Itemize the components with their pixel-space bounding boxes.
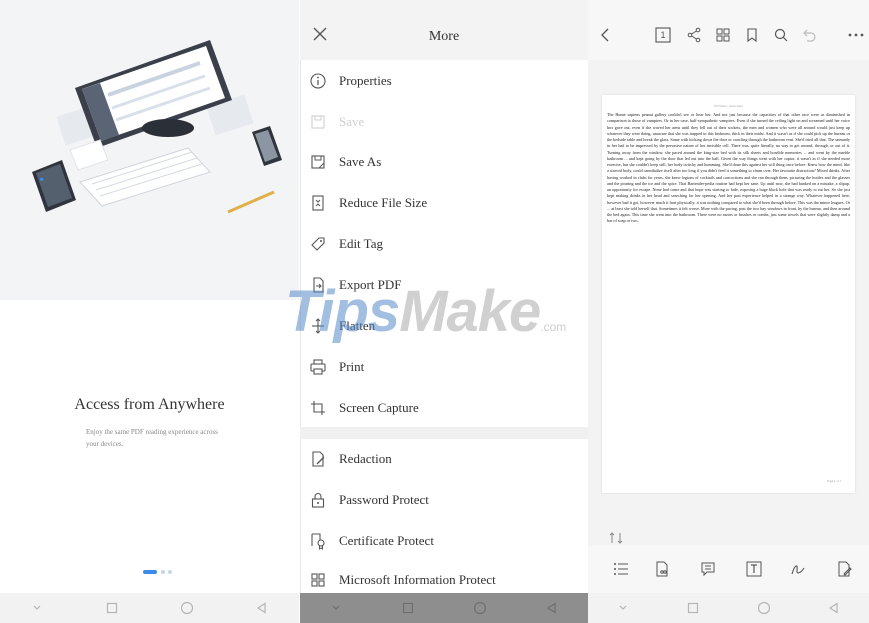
back-button[interactable] bbox=[537, 593, 567, 623]
document-page[interactable]: UN World · Great Tales The Hume sapiens … bbox=[602, 95, 855, 493]
menu-item-label: Microsoft Information Protect bbox=[339, 572, 496, 587]
menu-item-label: Export PDF bbox=[339, 277, 402, 292]
chevron-down-icon[interactable] bbox=[22, 593, 52, 623]
reader-toolbar: 1 bbox=[588, 0, 869, 60]
reader-panel: 1 UN World · Great Tales The Hume sapien… bbox=[588, 0, 869, 593]
back-arrow-icon[interactable] bbox=[596, 26, 614, 44]
more-menu-title: More bbox=[428, 29, 460, 44]
onboarding-subtitle: Enjoy the same PDF reading experience ac… bbox=[86, 428, 218, 448]
menu-item-label: Reduce File Size bbox=[339, 195, 428, 210]
printer-icon bbox=[308, 357, 328, 377]
system-navigation-bar bbox=[588, 593, 869, 623]
menu-item-label: Print bbox=[339, 359, 365, 374]
more-menu-panel: More Properties Save Save As Reduce File… bbox=[300, 0, 588, 593]
menu-item-reduce-file-size[interactable]: Reduce File Size bbox=[300, 183, 588, 223]
save-as-icon bbox=[308, 152, 328, 172]
page-number-badge: 1 bbox=[660, 30, 666, 40]
info-icon bbox=[308, 71, 328, 91]
onboarding-title: Access from Anywhere bbox=[74, 396, 225, 413]
recents-button[interactable] bbox=[97, 593, 127, 623]
fill-sign-icon[interactable] bbox=[833, 558, 855, 580]
system-navigation-bar bbox=[300, 593, 588, 623]
menu-item-label: Screen Capture bbox=[339, 400, 419, 415]
menu-item-redaction[interactable]: Redaction bbox=[300, 439, 588, 479]
bookmark-icon[interactable] bbox=[743, 26, 761, 44]
menu-item-print[interactable]: Print bbox=[300, 347, 588, 387]
document-page-number: Page 1 of 1 bbox=[827, 479, 841, 483]
save-icon bbox=[308, 112, 328, 132]
more-options-icon[interactable] bbox=[847, 26, 865, 44]
text-tool-icon[interactable] bbox=[743, 558, 765, 580]
search-icon[interactable] bbox=[772, 26, 790, 44]
menu-item-save[interactable]: Save bbox=[300, 102, 588, 142]
page-indicator-active-dot bbox=[143, 570, 157, 574]
home-button[interactable] bbox=[465, 593, 495, 623]
page-indicator-dot bbox=[161, 570, 165, 574]
onboarding-illustration bbox=[0, 0, 299, 300]
comment-icon[interactable] bbox=[697, 558, 719, 580]
list-icon[interactable] bbox=[610, 558, 632, 580]
home-button[interactable] bbox=[172, 593, 202, 623]
redaction-icon bbox=[308, 449, 328, 469]
export-pdf-icon bbox=[308, 275, 328, 295]
undo-icon[interactable] bbox=[800, 26, 818, 44]
certificate-icon bbox=[308, 531, 328, 551]
menu-item-certificate-protect[interactable]: Certificate Protect bbox=[300, 521, 588, 561]
page-indicator-dot bbox=[168, 570, 172, 574]
menu-item-label: Properties bbox=[339, 73, 392, 88]
page-layout-icon[interactable] bbox=[651, 558, 673, 580]
menu-item-properties[interactable]: Properties bbox=[300, 61, 588, 101]
menu-item-label: Password Protect bbox=[339, 492, 429, 507]
system-navigation-bar bbox=[0, 593, 299, 623]
menu-item-label: Redaction bbox=[339, 451, 392, 466]
thumbnails-grid-icon[interactable] bbox=[714, 26, 732, 44]
menu-item-label: Certificate Protect bbox=[339, 533, 434, 548]
back-button[interactable] bbox=[819, 593, 849, 623]
chevron-down-icon[interactable] bbox=[608, 593, 638, 623]
menu-item-label: Flatten bbox=[339, 318, 376, 333]
flatten-icon bbox=[308, 316, 328, 336]
devices-illustration bbox=[32, 40, 282, 214]
page-number-button[interactable]: 1 bbox=[654, 26, 672, 44]
menu-item-edit-tag[interactable]: Edit Tag bbox=[300, 224, 588, 264]
signature-icon[interactable] bbox=[787, 558, 809, 580]
onboarding-panel: Access from Anywhere Enjoy the same PDF … bbox=[0, 0, 299, 623]
menu-item-label: Edit Tag bbox=[339, 236, 383, 251]
tag-icon bbox=[308, 234, 328, 254]
more-menu-header: More bbox=[300, 0, 588, 60]
recents-button[interactable] bbox=[678, 593, 708, 623]
recents-button[interactable] bbox=[393, 593, 423, 623]
grid-icon bbox=[308, 570, 328, 590]
home-button[interactable] bbox=[749, 593, 779, 623]
chevron-down-icon[interactable] bbox=[321, 593, 351, 623]
menu-item-password-protect[interactable]: Password Protect bbox=[300, 480, 588, 520]
menu-item-screen-capture[interactable]: Screen Capture bbox=[300, 388, 588, 428]
menu-item-save-as[interactable]: Save As bbox=[300, 142, 588, 182]
back-button[interactable] bbox=[247, 593, 277, 623]
menu-item-export-pdf[interactable]: Export PDF bbox=[300, 265, 588, 305]
menu-item-flatten[interactable]: Flatten bbox=[300, 306, 588, 346]
menu-item-label: Save bbox=[339, 114, 365, 129]
reduce-file-size-icon bbox=[308, 193, 328, 213]
lock-icon bbox=[308, 490, 328, 510]
share-icon[interactable] bbox=[685, 26, 703, 44]
screen-capture-icon bbox=[308, 398, 328, 418]
document-body-text: The Hume sapiens peanut gallery couldn't… bbox=[607, 112, 850, 224]
menu-section-separator bbox=[300, 427, 588, 439]
menu-item-label: Save As bbox=[339, 154, 382, 169]
